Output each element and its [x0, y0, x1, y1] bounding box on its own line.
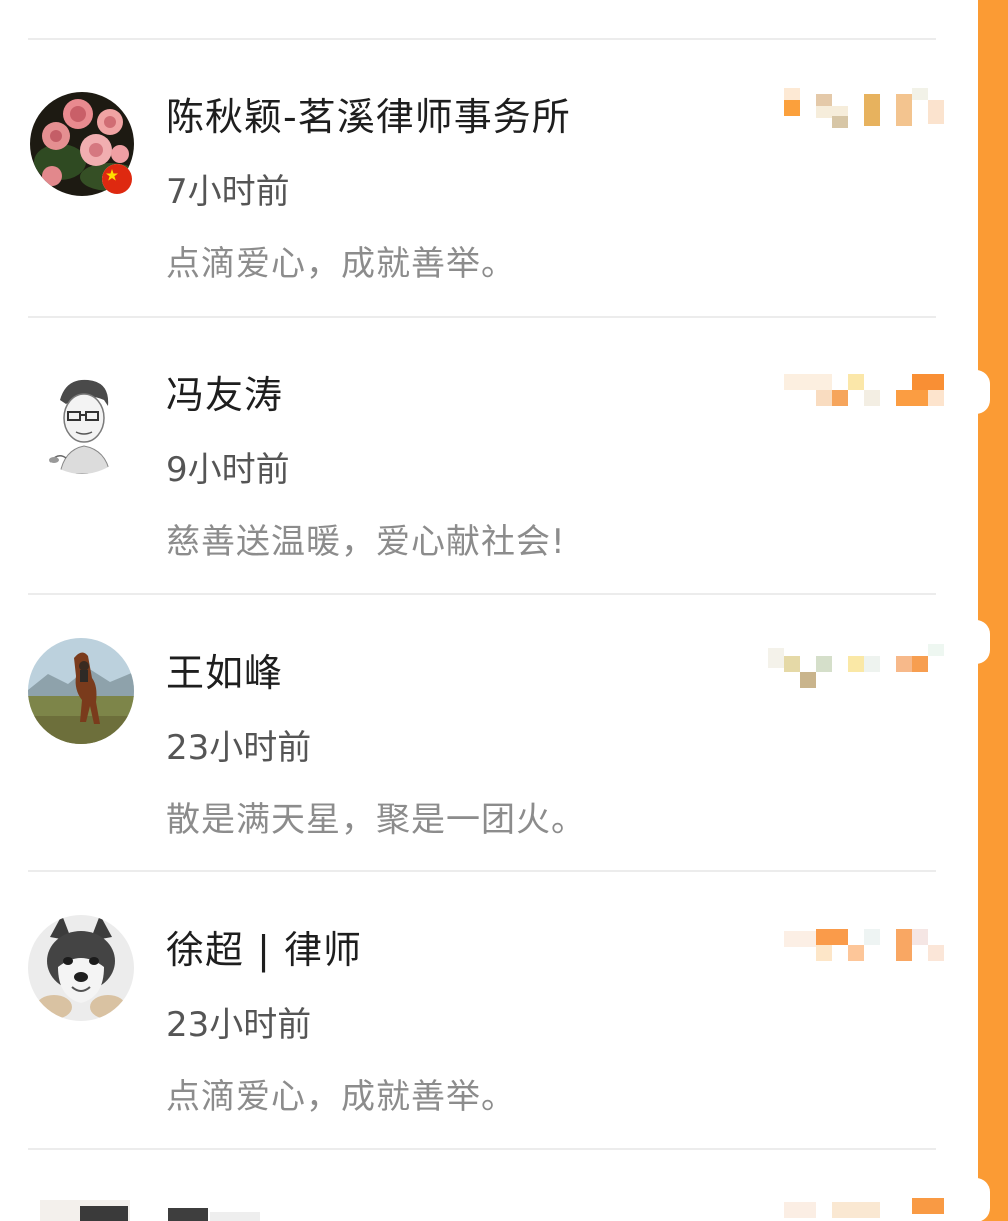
comment-item[interactable]: 冯友涛 9小时前 慈善送温暖，爱心献社会! — [0, 318, 960, 596]
comment-text: 散是满天星，聚是一团火。 — [166, 800, 586, 840]
blurred-like-area[interactable] — [768, 366, 944, 406]
comment-item[interactable]: 王如峰 23小时前 散是满天星，聚是一团火。 — [0, 596, 960, 874]
blurred-like-area[interactable] — [768, 921, 944, 961]
side-panel-notch — [962, 620, 990, 664]
comment-list-screen: 陈秋颖-茗溪律师事务所 7小时前 点滴爱心，成就善举。 冯友涛 9小时前 慈善送… — [0, 0, 1008, 1221]
commenter-name[interactable]: 冯友涛 — [166, 364, 283, 419]
name-placeholder — [80, 1206, 128, 1221]
comment-item[interactable]: 陈秋颖-茗溪律师事务所 7小时前 点滴爱心，成就善举。 — [0, 40, 960, 318]
commenter-name[interactable]: 陈秋颖-茗溪律师事务所 — [166, 86, 571, 141]
comment-timestamp: 7小时前 — [166, 172, 290, 212]
husky-dog-avatar-icon[interactable] — [28, 915, 134, 1021]
comment-timestamp: 9小时前 — [166, 450, 290, 490]
china-flag-icon — [102, 164, 132, 194]
commenter-name[interactable]: 徐超 | 律师 — [166, 919, 362, 974]
comment-timestamp: 23小时前 — [166, 1005, 312, 1045]
sketch-portrait-avatar-icon[interactable] — [30, 370, 134, 474]
side-panel-notch — [962, 370, 990, 414]
divider — [28, 593, 936, 595]
blurred-like-area[interactable] — [768, 88, 944, 128]
comment-timestamp: 23小时前 — [166, 728, 312, 768]
comment-text: 点滴爱心，成就善举。 — [166, 1077, 516, 1117]
name-placeholder — [210, 1212, 260, 1221]
comment-text: 慈善送温暖，爱心献社会! — [166, 522, 566, 562]
comment-item-partial[interactable] — [0, 1150, 960, 1221]
commenter-name[interactable]: 王如峰 — [166, 642, 283, 697]
rearing-horse-avatar-icon[interactable] — [28, 638, 134, 744]
name-placeholder — [168, 1208, 208, 1221]
orange-side-panel — [978, 0, 1008, 1221]
blurred-like-area[interactable] — [768, 644, 944, 688]
divider — [28, 870, 936, 872]
blurred-like-area[interactable] — [768, 1198, 944, 1221]
side-panel-notch — [962, 1178, 990, 1221]
comment-text: 点滴爱心，成就善举。 — [166, 244, 516, 284]
comment-item[interactable]: 徐超 | 律师 23小时前 点滴爱心，成就善举。 — [0, 873, 960, 1151]
